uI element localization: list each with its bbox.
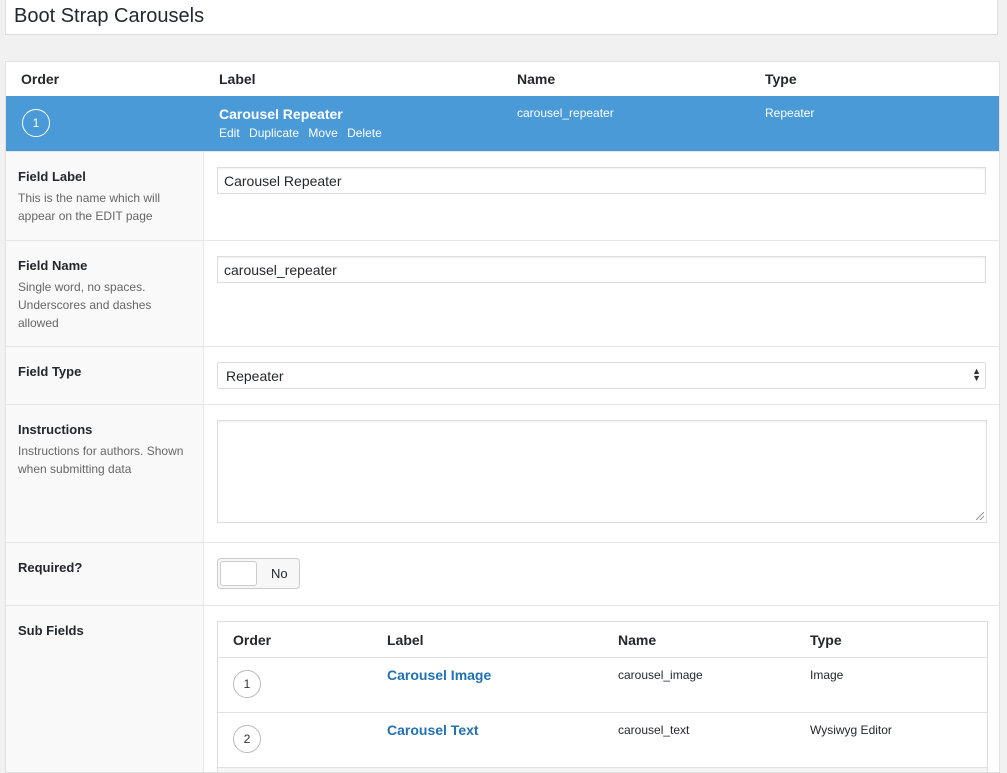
header-label: Label — [219, 71, 256, 87]
header-name: Name — [517, 71, 555, 87]
setting-required: Required? No — [6, 542, 1000, 605]
field-type-value: Repeater — [226, 368, 284, 384]
sub-fields-table: Order Label Name Type 1 Carousel Image c… — [217, 621, 988, 773]
setting-label: Sub Fields — [18, 623, 84, 638]
sub-header-order: Order — [233, 632, 271, 648]
field-row-active[interactable]: 1 Carousel Repeater Edit Duplicate Move … — [6, 96, 1000, 151]
sub-field-label-link[interactable]: Carousel Image — [387, 667, 491, 683]
setting-description: Instructions for authors. Shown when sub… — [18, 442, 193, 478]
sub-field-type: Image — [810, 668, 843, 682]
header-type: Type — [765, 71, 797, 87]
edit-link[interactable]: Edit — [219, 126, 240, 140]
setting-sub-fields: Sub Fields Order Label Name Type 1 Carou… — [6, 605, 1000, 773]
order-badge[interactable]: 1 — [233, 670, 261, 698]
header-order: Order — [21, 71, 59, 87]
setting-field-type: Field Type Repeater ▲▼ — [6, 346, 1000, 404]
setting-label: Required? — [18, 560, 82, 575]
field-row-type: Repeater — [765, 106, 814, 120]
setting-label: Field Label — [18, 169, 86, 184]
delete-link[interactable]: Delete — [347, 126, 382, 140]
page-title: Boot Strap Carousels — [14, 5, 204, 28]
sub-field-name: carousel_text — [618, 723, 689, 737]
sub-field-label-link[interactable]: Carousel Text — [387, 722, 479, 738]
toggle-state: No — [271, 566, 288, 581]
required-toggle[interactable]: No — [217, 558, 300, 589]
sub-field-name: carousel_image — [618, 668, 703, 682]
toggle-knob — [220, 561, 257, 586]
page-header: Boot Strap Carousels — [5, 0, 998, 35]
setting-field-label: Field Label This is the name which will … — [6, 151, 1000, 240]
setting-label: Instructions — [18, 422, 92, 437]
sub-header-type: Type — [810, 632, 842, 648]
setting-description: Single word, no spaces. Underscores and … — [18, 278, 193, 332]
order-badge[interactable]: 1 — [22, 109, 50, 137]
setting-instructions: Instructions Instructions for authors. S… — [6, 404, 1000, 542]
setting-description: This is the name which will appear on th… — [18, 189, 193, 225]
resize-grip-icon[interactable] — [976, 512, 984, 520]
sub-fields-footer — [218, 767, 987, 773]
setting-label: Field Name — [18, 258, 87, 273]
field-name-input[interactable]: carousel_repeater — [217, 256, 986, 283]
field-group-panel: Order Label Name Type 1 Carousel Repeate… — [5, 61, 1000, 773]
setting-label: Field Type — [18, 364, 81, 379]
field-row-label[interactable]: Carousel Repeater — [219, 106, 343, 122]
duplicate-link[interactable]: Duplicate — [249, 126, 299, 140]
move-link[interactable]: Move — [308, 126, 337, 140]
order-badge[interactable]: 2 — [233, 725, 261, 753]
field-label-input[interactable]: Carousel Repeater — [217, 167, 986, 194]
sub-header-label: Label — [387, 632, 424, 648]
instructions-textarea[interactable] — [217, 420, 987, 523]
sub-field-type: Wysiwyg Editor — [810, 723, 892, 737]
select-arrows-icon: ▲▼ — [972, 368, 981, 382]
setting-field-name: Field Name Single word, no spaces. Under… — [6, 240, 1000, 346]
field-type-select[interactable]: Repeater ▲▼ — [217, 362, 986, 389]
sub-header-name: Name — [618, 632, 656, 648]
row-actions: Edit Duplicate Move Delete — [219, 126, 388, 140]
field-row-name: carousel_repeater — [517, 106, 614, 120]
